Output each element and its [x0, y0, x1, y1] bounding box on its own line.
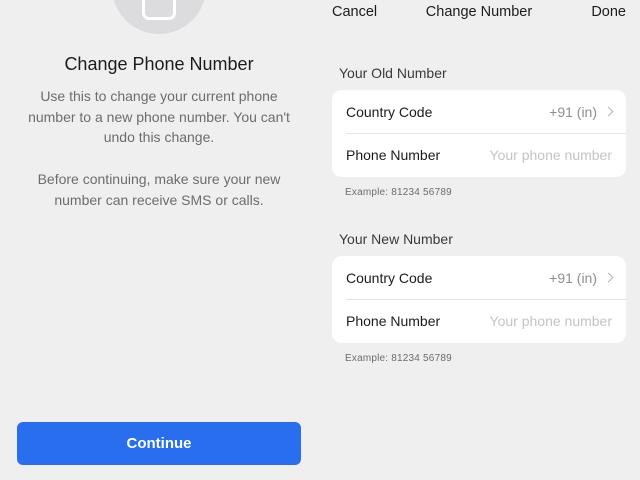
new-phone-number-input[interactable]: [472, 312, 612, 329]
old-phone-number-input[interactable]: [472, 146, 612, 163]
old-country-code-row[interactable]: Country Code +91 (in): [332, 90, 626, 133]
old-phone-number-row: Phone Number: [332, 133, 626, 176]
form-pane: Change Number Cancel Done Your Old Numbe…: [318, 0, 640, 480]
page-title: Change Phone Number: [64, 54, 254, 74]
new-number-card: Country Code +91 (in) Phone Number: [332, 256, 626, 343]
intro-description: Use this to change your current phone nu…: [28, 88, 290, 145]
done-button[interactable]: Done: [591, 4, 626, 20]
country-code-value: +91 (in): [549, 103, 614, 120]
phone-number-label: Phone Number: [346, 312, 441, 329]
navigation-bar: Change Number Cancel Done: [318, 0, 640, 28]
continue-button[interactable]: Continue: [17, 422, 301, 465]
country-code-label: Country Code: [346, 103, 433, 120]
chevron-right-icon: [603, 106, 614, 117]
old-number-header: Your Old Number: [339, 65, 447, 81]
change-number-screen: Change Phone Number Use this to change y…: [0, 0, 640, 480]
new-number-example: Example: 81234 56789: [345, 353, 452, 364]
intro-pane: Change Phone Number Use this to change y…: [0, 0, 318, 480]
new-phone-number-row: Phone Number: [332, 299, 626, 342]
phone-outline: [142, 0, 176, 20]
cancel-button[interactable]: Cancel: [332, 4, 377, 20]
phone-number-label: Phone Number: [346, 146, 441, 163]
old-number-example: Example: 81234 56789: [345, 187, 452, 198]
country-code-text: +91 (in): [549, 269, 597, 286]
country-code-value: +91 (in): [549, 269, 614, 286]
country-code-label: Country Code: [346, 269, 433, 286]
new-number-header: Your New Number: [339, 231, 453, 247]
country-code-text: +91 (in): [549, 103, 597, 120]
old-number-card: Country Code +91 (in) Phone Number: [332, 90, 626, 177]
intro-warning: Before continuing, make sure your new nu…: [37, 171, 281, 208]
new-country-code-row[interactable]: Country Code +91 (in): [332, 256, 626, 299]
phone-icon: [112, 0, 206, 34]
chevron-right-icon: [603, 272, 614, 283]
